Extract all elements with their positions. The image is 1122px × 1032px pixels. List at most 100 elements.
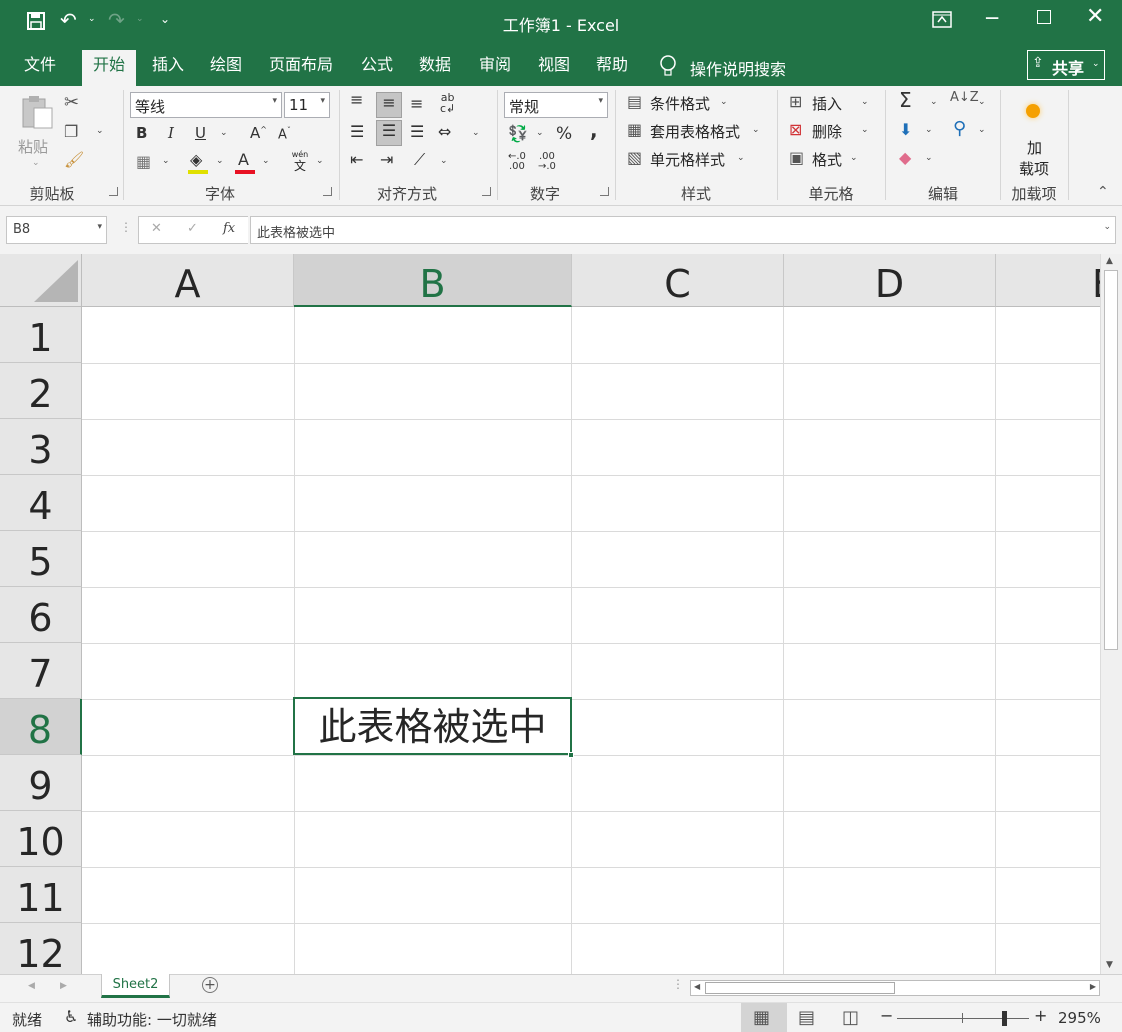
clear-dropdown-icon[interactable]: ⌄ [925,153,933,163]
tab-view[interactable]: 视图 [527,50,581,86]
borders-dropdown-icon[interactable]: ⌄ [162,156,170,166]
sort-dropdown-icon[interactable]: ⌄ [978,97,986,107]
worksheet-grid[interactable]: A B C D E 1 2 3 4 5 6 7 8 9 10 11 12 此表格… [0,254,1100,974]
align-right-icon[interactable]: ☰ [410,122,424,141]
paste-label[interactable]: 粘贴 [18,136,48,157]
row-header-2[interactable]: 2 [0,363,82,419]
collapse-ribbon-icon[interactable]: ⌃ [1097,184,1109,200]
find-select-icon[interactable]: ⚲ [953,118,966,139]
fill-icon[interactable]: ⬇ [899,120,912,139]
autosum-dropdown-icon[interactable]: ⌄ [930,97,938,107]
scroll-up-icon[interactable]: ▲ [1106,256,1113,266]
chevron-down-icon[interactable]: ⌄ [850,153,858,163]
clipboard-launcher-icon[interactable] [109,187,118,196]
font-size-select[interactable]: 11 ▾ [284,92,330,118]
borders-icon[interactable]: ▦ [136,152,151,171]
chevron-down-icon[interactable]: ⌄ [861,125,869,135]
align-left-icon[interactable]: ☰ [350,122,364,141]
chevron-down-icon[interactable]: ⌄ [861,97,869,107]
delete-cells-icon[interactable]: ⊠ [789,120,802,139]
page-break-view-icon[interactable]: ◫ [842,1007,859,1028]
fill-handle[interactable] [568,752,574,758]
tab-review[interactable]: 审阅 [468,50,522,86]
row-header-10[interactable]: 10 [0,811,82,867]
prev-sheet-icon[interactable]: ◀ [28,981,35,991]
merge-dropdown-icon[interactable]: ⌄ [472,128,480,138]
tab-help[interactable]: 帮助 [585,50,639,86]
row-header-3[interactable]: 3 [0,419,82,475]
row-header-1[interactable]: 1 [0,307,82,363]
align-center-icon[interactable]: ☰ [376,120,402,146]
insert-cells-button[interactable]: 插入 [812,93,842,114]
row-header-11[interactable]: 11 [0,867,82,923]
column-header-e[interactable]: E [996,254,1100,307]
chevron-down-icon[interactable]: ⌄ [737,153,745,163]
font-name-select[interactable]: 等线 ▾ [130,92,282,118]
tab-insert[interactable]: 插入 [141,50,195,86]
column-header-c[interactable]: C [572,254,784,307]
zoom-level[interactable]: 295% [1058,1009,1101,1027]
column-header-a[interactable]: A [82,254,294,307]
decrease-font-icon[interactable]: Aˇ [278,126,291,142]
format-cells-icon[interactable]: ▣ [789,148,804,167]
row-header-6[interactable]: 6 [0,587,82,643]
paste-icon[interactable] [20,94,54,130]
fill-dropdown-icon[interactable]: ⌄ [216,156,224,166]
scroll-left-icon[interactable]: ◀ [694,982,700,991]
format-as-table-icon[interactable]: ▦ [627,120,642,139]
page-layout-view-icon[interactable]: ▤ [798,1007,815,1028]
ribbon-display-options-icon[interactable] [932,11,952,29]
tab-split-icon[interactable]: ⋮ [672,977,684,991]
font-color-dropdown-icon[interactable]: ⌄ [262,156,270,166]
zoom-slider-thumb[interactable] [1002,1011,1007,1026]
row-header-8[interactable]: 8 [0,699,82,755]
minimize-icon[interactable]: ─ [986,6,998,30]
cell-styles-button[interactable]: 单元格样式 [650,149,725,170]
increase-decimal-icon[interactable]: ←.0.00 [508,152,526,172]
next-sheet-icon[interactable]: ▶ [60,981,67,991]
tab-page-layout[interactable]: 页面布局 [258,50,344,86]
phonetic-dropdown-icon[interactable]: ⌄ [316,156,324,166]
column-header-d[interactable]: D [784,254,996,307]
align-middle-icon[interactable]: ≡ [376,92,402,118]
select-all-corner[interactable] [0,254,82,307]
fill-dropdown-icon[interactable]: ⌄ [925,125,933,135]
tab-draw[interactable]: 绘图 [199,50,253,86]
close-icon[interactable]: ✕ [1086,4,1104,29]
chevron-down-icon[interactable]: ⌄ [720,97,728,107]
phonetic-button[interactable]: wén 文 [289,150,311,173]
row-header-5[interactable]: 5 [0,531,82,587]
expand-formula-icon[interactable]: ⌄ [1103,222,1111,232]
copy-icon[interactable]: ❐ [64,122,78,141]
row-header-4[interactable]: 4 [0,475,82,531]
bold-button[interactable]: B [136,124,147,142]
tab-formulas[interactable]: 公式 [350,50,404,86]
maximize-icon[interactable] [1037,10,1051,24]
alignment-launcher-icon[interactable] [482,187,491,196]
sheet-tab-sheet2[interactable]: Sheet2 [101,974,170,998]
new-sheet-icon[interactable]: + [202,977,218,993]
zoom-in-icon[interactable]: + [1034,1006,1047,1025]
accessibility-icon[interactable]: ♿ [64,1007,78,1026]
format-cells-button[interactable]: 格式 [812,149,842,170]
fill-color-icon[interactable]: ◈ [190,150,202,169]
font-launcher-icon[interactable] [323,187,332,196]
column-header-b[interactable]: B [294,254,572,307]
wrap-text-icon[interactable]: ab c↲ [440,92,455,114]
insert-cells-icon[interactable]: ⊞ [789,92,802,111]
name-box[interactable]: B8 ▾ [6,216,107,244]
format-painter-icon[interactable]: 🖌 [64,150,84,169]
clear-icon[interactable]: ◆ [899,148,911,167]
decrease-indent-icon[interactable]: ⇤ [350,150,363,169]
formula-input[interactable]: 此表格被选中 ⌄ [250,216,1116,244]
tell-me-search[interactable]: 操作说明搜索 [690,56,786,80]
horizontal-scrollbar[interactable]: ◀ ▶ [690,980,1100,996]
merge-center-icon[interactable]: ⇔ [438,122,451,141]
percent-button[interactable]: % [556,124,572,144]
row-header-12[interactable]: 12 [0,923,82,974]
row-header-9[interactable]: 9 [0,755,82,811]
format-as-table-button[interactable]: 套用表格格式 [650,121,740,142]
tab-data[interactable]: 数据 [408,50,462,86]
orientation-dropdown-icon[interactable]: ⌄ [440,156,448,166]
autosum-button[interactable]: Σ [899,88,912,112]
